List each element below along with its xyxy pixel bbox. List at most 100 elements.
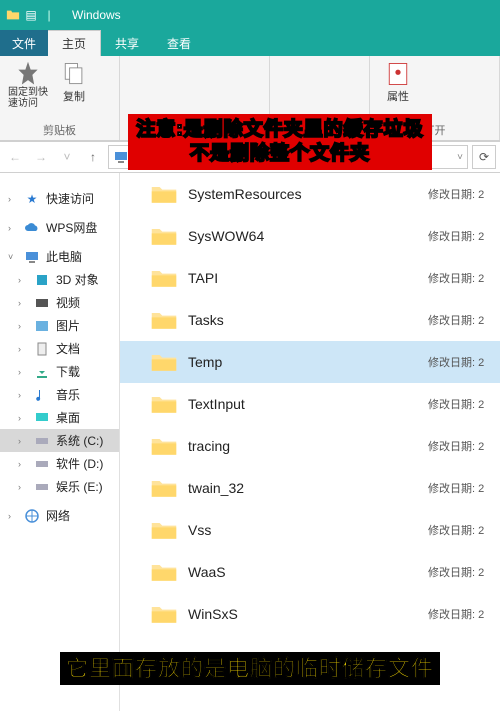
nav-this-pc[interactable]: ˅ 此电脑 bbox=[0, 245, 119, 268]
nav-history-button[interactable]: ˅ bbox=[56, 146, 78, 168]
folder-icon bbox=[150, 476, 178, 500]
warning-line2: 不是删除整个文件夹 bbox=[136, 142, 423, 166]
tab-share[interactable]: 共享 bbox=[101, 30, 153, 56]
file-row-twain_32[interactable]: twain_32 修改日期: 2 bbox=[120, 467, 500, 509]
chevron-down-icon: ˅ bbox=[8, 252, 18, 262]
folder-icon bbox=[150, 518, 178, 542]
folder-icon bbox=[150, 266, 178, 290]
file-name: tracing bbox=[188, 438, 418, 454]
nav-back-button[interactable]: ← bbox=[4, 146, 26, 168]
file-modified: 修改日期: 2 bbox=[428, 228, 500, 244]
file-modified: 修改日期: 2 bbox=[428, 396, 500, 412]
chevron-right-icon: › bbox=[18, 482, 28, 492]
item-icon bbox=[34, 318, 50, 334]
file-row-tracing[interactable]: tracing 修改日期: 2 bbox=[120, 425, 500, 467]
chevron-right-icon: › bbox=[18, 275, 28, 285]
ribbon: 固定到快速访问 复制 剪贴板 组织 新建 属性 打开 注意:是删除文件夹里的缓存… bbox=[0, 56, 500, 141]
item-icon bbox=[34, 387, 50, 403]
chevron-right-icon: › bbox=[18, 390, 28, 400]
tab-view[interactable]: 查看 bbox=[153, 30, 205, 56]
folder-qat-icon[interactable] bbox=[6, 8, 20, 22]
chevron-right-icon: › bbox=[18, 413, 28, 423]
file-name: SystemResources bbox=[188, 186, 418, 202]
folder-icon bbox=[150, 602, 178, 626]
file-name: TAPI bbox=[188, 270, 418, 286]
file-modified: 修改日期: 2 bbox=[428, 564, 500, 580]
file-modified: 修改日期: 2 bbox=[428, 606, 500, 622]
file-row-Vss[interactable]: Vss 修改日期: 2 bbox=[120, 509, 500, 551]
file-row-WinSxS[interactable]: WinSxS 修改日期: 2 bbox=[120, 593, 500, 635]
tab-home[interactable]: 主页 bbox=[48, 30, 101, 56]
file-name: Tasks bbox=[188, 312, 418, 328]
item-icon bbox=[34, 456, 50, 472]
folder-icon bbox=[150, 350, 178, 374]
file-row-SystemResources[interactable]: SystemResources 修改日期: 2 bbox=[120, 173, 500, 215]
folder-icon bbox=[150, 308, 178, 332]
properties-icon bbox=[384, 60, 412, 88]
file-modified: 修改日期: 2 bbox=[428, 354, 500, 370]
nav-pc-娱乐 (E:)[interactable]: ›娱乐 (E:) bbox=[0, 475, 119, 498]
item-icon bbox=[34, 479, 50, 495]
qat-sep: | bbox=[42, 8, 56, 22]
file-list[interactable]: SystemResources修改日期: 2SysWOW64修改日期: 2TAP… bbox=[120, 173, 500, 711]
chevron-right-icon: › bbox=[8, 511, 18, 521]
nav-pc-图片[interactable]: ›图片 bbox=[0, 314, 119, 337]
file-modified: 修改日期: 2 bbox=[428, 312, 500, 328]
nav-forward-button[interactable]: → bbox=[30, 146, 52, 168]
file-name: SysWOW64 bbox=[188, 228, 418, 244]
properties-button[interactable]: 属性 bbox=[378, 60, 418, 104]
file-modified: 修改日期: 2 bbox=[428, 186, 500, 202]
nav-pc-视频[interactable]: ›视频 bbox=[0, 291, 119, 314]
nav-pane: › ★ 快速访问 › WPS网盘 ˅ 此电脑 ›3D 对象›视频›图片›文档›下… bbox=[0, 173, 120, 711]
chevron-right-icon: › bbox=[8, 194, 18, 204]
file-name: Vss bbox=[188, 522, 418, 538]
copy-icon bbox=[60, 60, 88, 88]
item-icon bbox=[34, 272, 50, 288]
file-name: twain_32 bbox=[188, 480, 418, 496]
warning-overlay: 注意:是删除文件夹里的缓存垃圾 不是删除整个文件夹 bbox=[78, 114, 482, 170]
nav-wps[interactable]: › WPS网盘 bbox=[0, 216, 119, 239]
folder-icon bbox=[150, 224, 178, 248]
nav-pc-下载[interactable]: ›下载 bbox=[0, 360, 119, 383]
pin-quickaccess-button[interactable]: 固定到快速访问 bbox=[8, 60, 48, 109]
nav-network[interactable]: › 网络 bbox=[0, 504, 119, 527]
folder-icon bbox=[150, 182, 178, 206]
file-modified: 修改日期: 2 bbox=[428, 480, 500, 496]
file-row-TextInput[interactable]: TextInput修改日期: 2 bbox=[120, 383, 500, 425]
file-name: WinSxS bbox=[188, 606, 418, 622]
window-title: Windows bbox=[72, 8, 121, 22]
chevron-right-icon: › bbox=[8, 223, 18, 233]
file-row-Tasks[interactable]: Tasks 修改日期: 2 bbox=[120, 299, 500, 341]
tab-file[interactable]: 文件 bbox=[0, 30, 48, 56]
warning-line1: 注意:是删除文件夹里的缓存垃圾 bbox=[136, 118, 423, 142]
file-row-Temp[interactable]: Temp修改日期: 2 bbox=[120, 341, 500, 383]
file-row-TAPI[interactable]: TAPI 修改日期: 2 bbox=[120, 257, 500, 299]
chevron-right-icon: › bbox=[18, 298, 28, 308]
properties-label: 属性 bbox=[387, 88, 409, 104]
copy-label: 复制 bbox=[63, 88, 85, 104]
chevron-right-icon: › bbox=[18, 367, 28, 377]
chevron-right-icon: › bbox=[18, 344, 28, 354]
pin-icon bbox=[14, 60, 42, 88]
content-area: › ★ 快速访问 › WPS网盘 ˅ 此电脑 ›3D 对象›视频›图片›文档›下… bbox=[0, 173, 500, 711]
file-modified: 修改日期: 2 bbox=[428, 438, 500, 454]
nav-pc-系统 (C:)[interactable]: ›系统 (C:) bbox=[0, 429, 119, 452]
qat-save-icon[interactable]: ▤ bbox=[24, 8, 38, 22]
chevron-right-icon: › bbox=[18, 436, 28, 446]
item-icon bbox=[34, 295, 50, 311]
nav-pc-音乐[interactable]: ›音乐 bbox=[0, 383, 119, 406]
chevron-right-icon: › bbox=[18, 459, 28, 469]
nav-quick-access[interactable]: › ★ 快速访问 bbox=[0, 187, 119, 210]
file-row-WaaS[interactable]: WaaS 修改日期: 2 bbox=[120, 551, 500, 593]
nav-pc-3D 对象[interactable]: ›3D 对象 bbox=[0, 268, 119, 291]
ribbon-tabstrip: 文件 主页 共享 查看 bbox=[0, 30, 500, 56]
file-modified: 修改日期: 2 bbox=[428, 270, 500, 286]
nav-pc-文档[interactable]: ›文档 bbox=[0, 337, 119, 360]
file-row-SysWOW64[interactable]: SysWOW64 修改日期: 2 bbox=[120, 215, 500, 257]
file-modified: 修改日期: 2 bbox=[428, 522, 500, 538]
nav-pc-软件 (D:)[interactable]: ›软件 (D:) bbox=[0, 452, 119, 475]
copy-button[interactable]: 复制 bbox=[54, 60, 94, 109]
nav-pc-桌面[interactable]: ›桌面 bbox=[0, 406, 119, 429]
pin-label: 固定到快速访问 bbox=[8, 88, 48, 109]
file-name: WaaS bbox=[188, 564, 418, 580]
